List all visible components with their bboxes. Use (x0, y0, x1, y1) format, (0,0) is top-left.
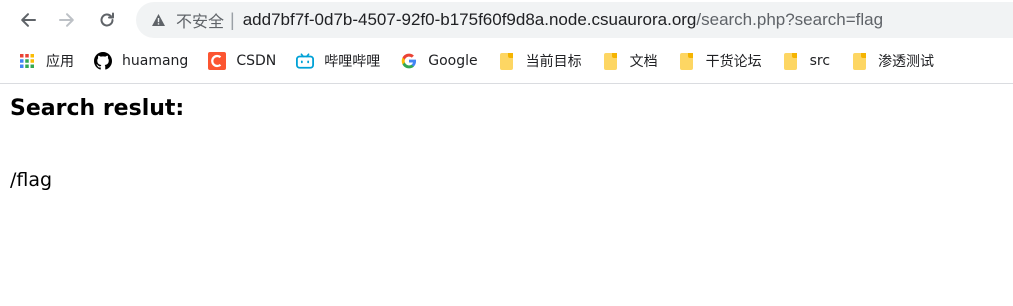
back-button[interactable] (14, 6, 42, 34)
bookmark-label: 当前目标 (525, 54, 582, 70)
bilibili-icon (296, 52, 315, 70)
reload-icon (100, 12, 114, 27)
github-icon (94, 52, 112, 70)
bookmark-folder-pentest[interactable]: 渗透测试 (850, 51, 934, 71)
url-path[interactable]: /search.php?search=flag (696, 10, 883, 30)
folder-icon (678, 52, 696, 70)
bookmark-label: 渗透测试 (878, 54, 935, 70)
bookmark-apps[interactable]: 应用 (18, 51, 74, 71)
folder-icon (602, 52, 620, 70)
browser-toolbar: 不安全 | add7bf7f-0d7b-4507-92f0-b175f60f9d… (0, 0, 1013, 40)
folder-icon (850, 52, 868, 70)
bookmark-huamang[interactable]: huamang (94, 52, 188, 70)
search-result-text: /flag (10, 169, 53, 191)
bookmark-folder-docs[interactable]: 文档 (602, 51, 658, 71)
bookmark-label: huamang (122, 53, 189, 69)
bookmark-bilibili[interactable]: 哔哩哔哩 (296, 51, 380, 71)
page-title: Search reslut: (10, 96, 185, 121)
browser-chrome: 不安全 | add7bf7f-0d7b-4507-92f0-b175f60f9d… (0, 0, 1013, 84)
url-separator: | (230, 9, 235, 30)
bookmark-label: 应用 (46, 54, 74, 70)
bookmark-folder-current-target[interactable]: 当前目标 (498, 51, 582, 71)
bookmark-label: 干货论坛 (705, 54, 762, 70)
bookmark-label: CSDN (236, 53, 277, 69)
csdn-icon (208, 52, 227, 70)
address-bar[interactable]: 不安全 | add7bf7f-0d7b-4507-92f0-b175f60f9d… (136, 2, 1013, 38)
folder-icon (498, 52, 516, 70)
bookmark-google[interactable]: Google (400, 52, 478, 70)
forward-arrow-icon (59, 13, 74, 27)
google-icon (400, 52, 418, 70)
forward-button[interactable] (53, 6, 81, 34)
security-label[interactable]: 不安全 (176, 8, 224, 32)
reload-button[interactable] (93, 6, 121, 34)
url-host[interactable]: add7bf7f-0d7b-4507-92f0-b175f60f9d8a.nod… (243, 10, 697, 30)
folder-icon (782, 52, 800, 70)
bookmark-csdn[interactable]: CSDN (208, 52, 276, 70)
page-content: Search reslut: /flag (0, 84, 1013, 203)
back-arrow-icon (21, 13, 36, 27)
bookmark-label: src (809, 53, 831, 69)
apps-grid-icon (18, 52, 36, 70)
bookmark-label: 哔哩哔哩 (324, 54, 381, 70)
warning-icon[interactable] (150, 12, 166, 28)
bookmark-folder-src[interactable]: src (782, 52, 830, 70)
bookmark-label: Google (428, 53, 478, 69)
bookmark-label: 文档 (629, 54, 658, 70)
bookmark-folder-forum[interactable]: 干货论坛 (678, 51, 762, 71)
bookmarks-bar: 应用 huamang CSDN 哔哩哔哩 Google 当前目标 文档 干货论坛… (0, 40, 1013, 82)
